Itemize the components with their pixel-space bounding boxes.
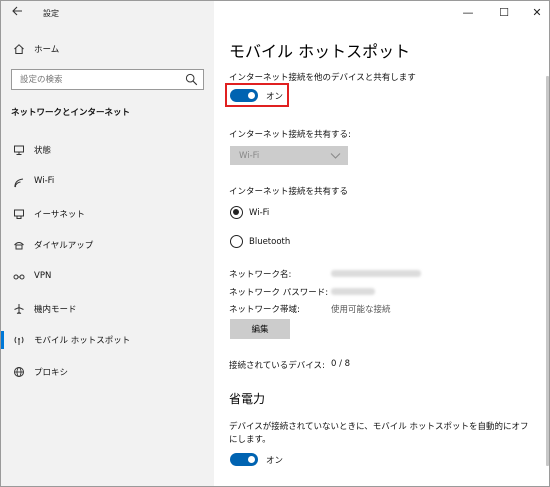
minimize-button[interactable]: — <box>458 4 478 20</box>
sidebar-item-status[interactable]: 状態 <box>1 138 214 162</box>
sidebar-item-label: モバイル ホットスポット <box>34 336 131 346</box>
power-saving-toggle-switch[interactable] <box>230 453 258 466</box>
network-password-label: ネットワーク パスワード: <box>229 288 329 298</box>
power-saving-description: デバイスが接続されていないときに、モバイル ホットスポットを自動的にオフにします… <box>229 422 529 445</box>
sidebar-item-vpn[interactable]: VPN <box>1 265 214 289</box>
back-arrow-icon[interactable] <box>9 5 25 21</box>
network-name-label: ネットワーク名: <box>229 270 292 280</box>
sidebar-item-label: ダイヤルアップ <box>34 241 94 251</box>
edit-button[interactable]: 編集 <box>230 319 290 339</box>
sidebar-item-label: VPN <box>34 271 52 281</box>
sidebar-item-label: Wi-Fi <box>34 176 55 186</box>
vertical-scrollbar[interactable] <box>546 76 549 466</box>
hotspot-icon <box>12 333 26 347</box>
main-content: — ☐ ✕ モバイル ホットスポット インターネット接続を他のデバイスと共有しま… <box>214 1 549 486</box>
share-from-dropdown[interactable]: Wi-Fi <box>230 146 348 165</box>
status-icon <box>12 143 26 157</box>
app-title: 設定 <box>43 9 59 18</box>
share-label: インターネット接続を他のデバイスと共有します <box>229 73 416 83</box>
home-icon <box>12 42 26 56</box>
sidebar-section-title: ネットワークとインターネット <box>11 108 131 118</box>
sidebar-item-airplane[interactable]: 機内モード <box>1 297 214 321</box>
search-box[interactable] <box>11 69 204 90</box>
share-over-label: インターネット接続を共有する <box>229 187 349 197</box>
sidebar-item-label: イーサネット <box>34 210 85 220</box>
sidebar-item-label: 状態 <box>34 146 52 156</box>
highlight-box <box>225 83 289 107</box>
sidebar-item-wifi[interactable]: Wi-Fi <box>1 170 214 194</box>
vpn-icon <box>12 270 26 284</box>
sidebar: 設定 ホーム ネットワークとインターネット 状態 Wi-Fi <box>1 1 214 486</box>
network-name-redacted <box>331 270 421 277</box>
dropdown-value: Wi-Fi <box>239 151 260 161</box>
network-band-label: ネットワーク帯域: <box>229 305 300 315</box>
power-saving-toggle[interactable]: オン <box>230 453 283 466</box>
radio-bluetooth[interactable] <box>230 235 243 248</box>
maximize-button[interactable]: ☐ <box>494 4 514 20</box>
power-saving-heading: 省電力 <box>229 392 266 406</box>
settings-window: 設定 ホーム ネットワークとインターネット 状態 Wi-Fi <box>0 0 550 487</box>
share-from-label: インターネット接続を共有する: <box>229 130 351 140</box>
sidebar-item-home[interactable]: ホーム <box>1 37 214 61</box>
network-band-value: 使用可能な接続 <box>331 305 391 315</box>
sidebar-item-dialup[interactable]: ダイヤルアップ <box>1 233 214 257</box>
selection-indicator <box>1 331 4 349</box>
sidebar-item-ethernet[interactable]: イーサネット <box>1 202 214 226</box>
dialup-icon <box>12 238 26 252</box>
globe-icon <box>12 365 26 379</box>
radio-wifi-label: Wi-Fi <box>249 208 270 218</box>
sidebar-item-label: 機内モード <box>34 305 77 315</box>
search-input[interactable] <box>12 70 177 89</box>
connected-devices-value: 0 / 8 <box>331 359 351 369</box>
page-title: モバイル ホットスポット <box>229 42 411 61</box>
sidebar-item-proxy[interactable]: プロキシ <box>1 360 214 384</box>
sidebar-item-label: ホーム <box>34 45 60 55</box>
network-password-redacted <box>331 288 375 295</box>
close-button[interactable]: ✕ <box>527 4 547 20</box>
power-saving-toggle-label: オン <box>266 455 284 466</box>
radio-bluetooth-label: Bluetooth <box>249 237 291 247</box>
connected-devices-label: 接続されているデバイス: <box>229 361 325 371</box>
toggle-knob <box>248 456 255 463</box>
chevron-down-icon <box>330 151 341 160</box>
wifi-icon <box>12 175 26 189</box>
sidebar-item-mobile-hotspot[interactable]: モバイル ホットスポット <box>1 328 214 352</box>
ethernet-icon <box>12 207 26 221</box>
airplane-icon <box>12 302 26 316</box>
search-icon[interactable] <box>185 73 198 86</box>
sidebar-item-label: プロキシ <box>34 368 69 378</box>
radio-wifi[interactable] <box>230 206 243 219</box>
